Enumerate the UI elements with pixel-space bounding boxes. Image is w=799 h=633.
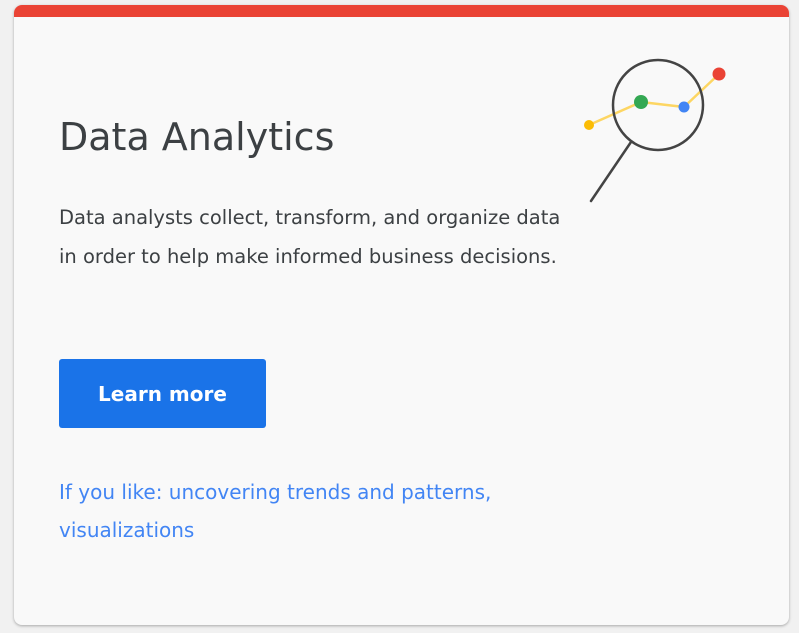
- data-point-yellow: [584, 120, 594, 130]
- data-point-green: [634, 95, 648, 109]
- learn-more-button[interactable]: Learn more: [59, 359, 266, 428]
- card-accent-bar: [14, 5, 789, 17]
- career-card: Data Analytics Data analysts collect, tr…: [14, 5, 789, 625]
- interests-link[interactable]: If you like: uncovering trends and patte…: [59, 473, 579, 549]
- data-point-red: [712, 67, 726, 81]
- data-point-blue: [678, 101, 690, 113]
- magnifier-line-chart-icon: [584, 58, 726, 203]
- card-description: Data analysts collect, transform, and or…: [59, 206, 561, 268]
- card-title: Data Analytics: [59, 115, 335, 159]
- magnifier-handle: [589, 140, 633, 203]
